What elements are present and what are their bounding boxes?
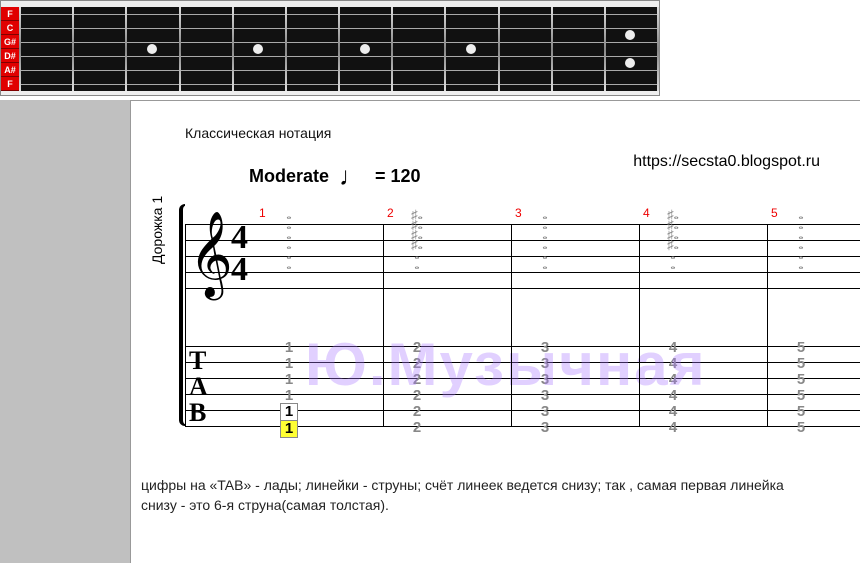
treble-staff[interactable]: 𝄞 4 4 𝅝𝅝𝅝𝅝𝅝𝅝♯𝅝♯𝅝♯𝅝♯𝅝𝅝𝅝𝅝𝅝𝅝𝅝𝅝𝅝♯𝅝♯𝅝♯𝅝♯𝅝𝅝𝅝𝅝𝅝… <box>185 224 860 288</box>
string-label: D# <box>1 49 19 63</box>
track-label: Дорожка 1 <box>149 196 165 264</box>
treble-clef-icon: 𝄞 <box>189 226 233 284</box>
chord-stack[interactable]: ♯𝅝♯𝅝♯𝅝♯𝅝𝅝𝅝 <box>405 210 429 270</box>
time-sig-top: 4 <box>231 222 248 254</box>
tab-clef: T A B <box>189 348 207 426</box>
time-sig-bot: 4 <box>231 254 248 286</box>
tempo-word: Moderate <box>249 166 329 187</box>
measure-number: 5 <box>771 206 778 220</box>
tab-clef-b: B <box>189 400 207 426</box>
string-label: A# <box>1 63 19 77</box>
time-signature: 4 4 <box>231 222 248 286</box>
quarter-note-icon: ♩ <box>339 161 365 192</box>
footer-caption: цифры на «TAB» - лады; линейки - струны;… <box>141 475 860 515</box>
score-system: Дорожка 1 𝄞 4 4 𝅝𝅝𝅝𝅝𝅝𝅝♯𝅝♯𝅝♯𝅝♯𝅝𝅝𝅝𝅝𝅝𝅝𝅝𝅝𝅝♯𝅝… <box>185 204 860 454</box>
tab-column[interactable]: 333333 <box>537 340 553 436</box>
notation-heading: Классическая нотация <box>185 125 860 141</box>
chord-stack[interactable]: 𝅝𝅝𝅝𝅝𝅝𝅝 <box>789 210 813 270</box>
string-label-column: F C G# D# A# F <box>1 7 19 91</box>
fretboard-panel: F C G# D# A# F <box>0 0 660 96</box>
tab-column[interactable]: 555555 <box>793 340 809 436</box>
string-label: F <box>1 7 19 21</box>
measure-number: 4 <box>643 206 650 220</box>
chord-stack[interactable]: ♯𝅝♯𝅝♯𝅝♯𝅝𝅝𝅝 <box>661 210 685 270</box>
fretboard-neck[interactable] <box>19 7 657 91</box>
tab-column[interactable]: 444444 <box>665 340 681 436</box>
measure-number: 3 <box>515 206 522 220</box>
tab-column[interactable]: 111111 <box>281 340 297 437</box>
caption-line: цифры на «TAB» - лады; линейки - струны;… <box>141 475 860 495</box>
tab-column[interactable]: 222222 <box>409 340 425 436</box>
tab-clef-t: T <box>189 348 207 374</box>
chord-stack[interactable]: 𝅝𝅝𝅝𝅝𝅝𝅝 <box>277 210 301 270</box>
string-label: F <box>1 77 19 91</box>
notation-sheet: Классическая нотация https://secsta0.blo… <box>130 100 860 563</box>
tempo-bpm: = 120 <box>375 166 421 187</box>
measure-number: 2 <box>387 206 394 220</box>
chord-stack[interactable]: 𝅝𝅝𝅝𝅝𝅝𝅝 <box>533 210 557 270</box>
app-gutter <box>0 100 130 563</box>
caption-line: снизу - это 6-я струна(самая толстая). <box>141 495 860 515</box>
tab-staff[interactable]: T A B 111111222222333333444444555555 <box>185 346 860 426</box>
source-url: https://secsta0.blogspot.ru <box>633 153 820 171</box>
string-label: C <box>1 21 19 35</box>
string-label: G# <box>1 35 19 49</box>
measure-number: 1 <box>259 206 266 220</box>
